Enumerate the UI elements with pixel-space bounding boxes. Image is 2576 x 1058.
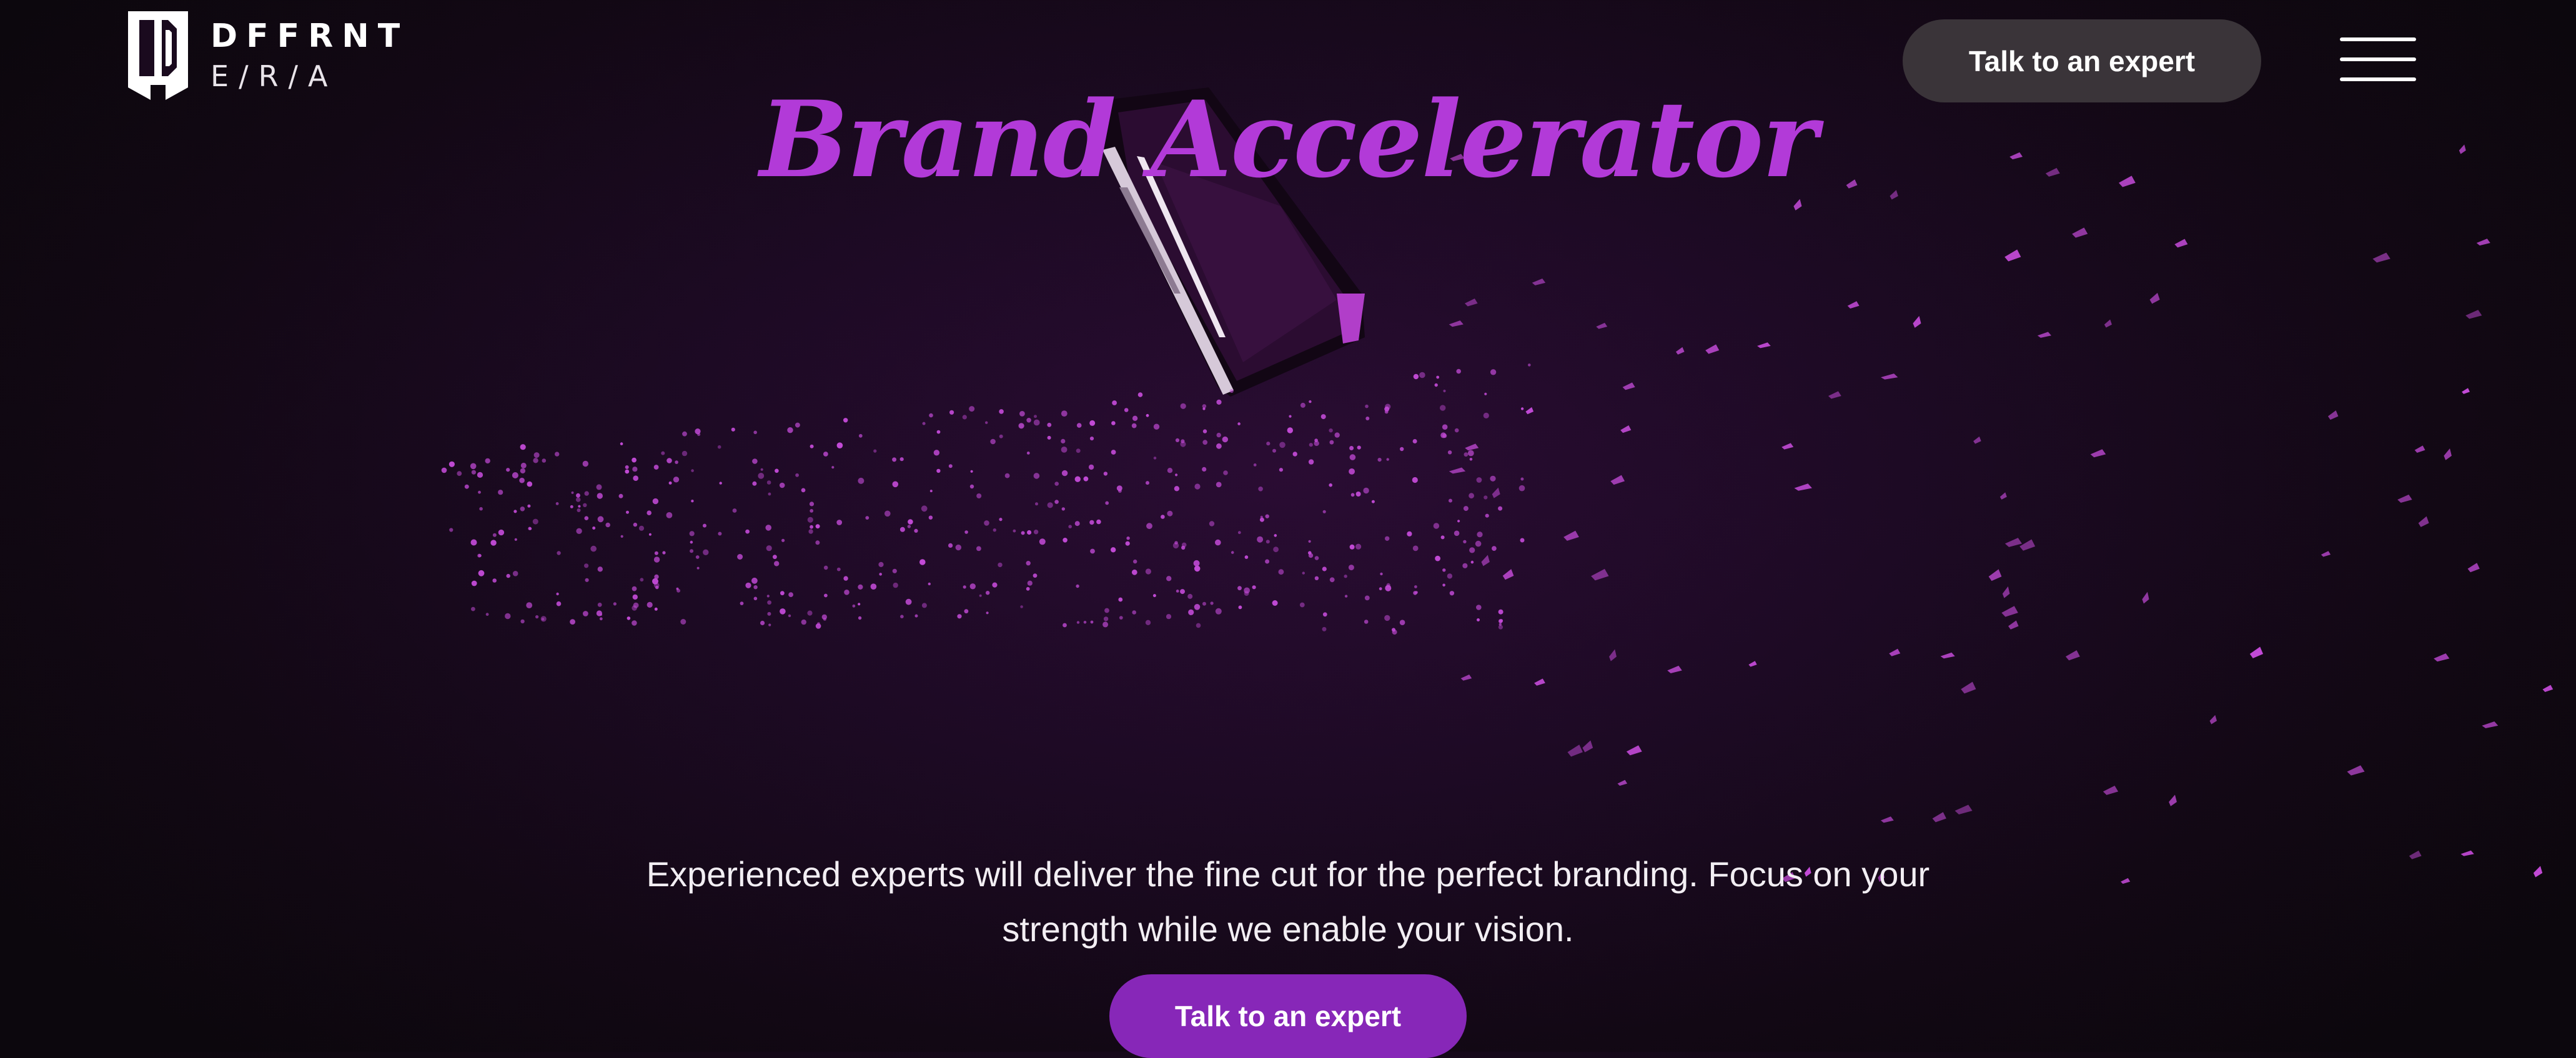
hero-title: Brand Accelerator [760,77,1818,201]
main-talk-to-expert-button[interactable]: Talk to an expert [1109,974,1467,1058]
hero-subtitle: Experienced experts will deliver the fin… [562,847,2014,957]
hero-subtitle-line-1: Experienced experts will deliver the fin… [646,854,1930,894]
hero-subtitle-line-2: strength while we enable your vision. [1002,909,1574,949]
particle-field [441,144,2554,884]
